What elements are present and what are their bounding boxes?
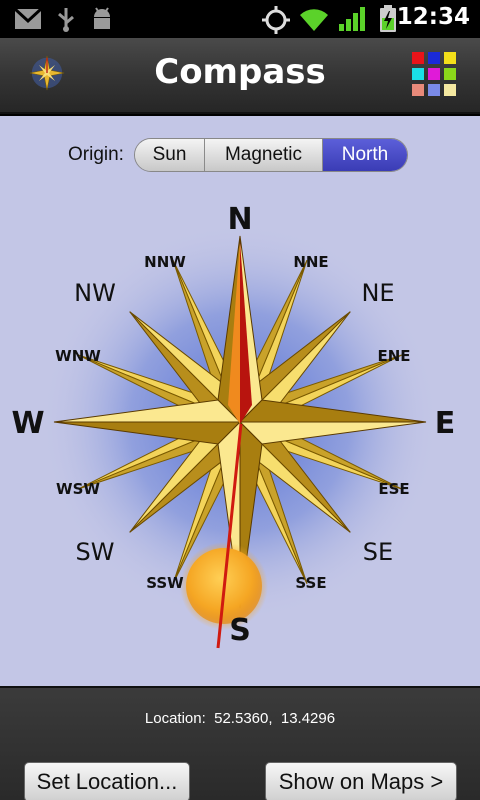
label-wsw: WSW (56, 480, 100, 498)
origin-option-sun[interactable]: Sun (135, 139, 205, 171)
label-ene: ENE (377, 347, 410, 365)
wifi-icon (300, 9, 328, 32)
origin-option-north[interactable]: North (323, 139, 407, 171)
set-location-button[interactable]: Set Location... (24, 762, 190, 800)
label-sw: SW (76, 538, 115, 566)
label-ssw: SSW (146, 574, 184, 592)
label-nw: NW (74, 279, 116, 307)
gps-icon (262, 6, 290, 34)
label-n: N (227, 202, 252, 237)
label-wnw: WNW (55, 347, 101, 365)
page-title: Compass (154, 52, 326, 92)
origin-label: Origin: (68, 144, 124, 165)
gmail-icon (14, 8, 42, 29)
origin-segmented-control: Sun Magnetic North (134, 138, 408, 172)
label-ne: NE (361, 279, 394, 307)
label-nnw: NNW (144, 253, 186, 271)
location-readout: Location: 52.5360, 13.4296 (0, 710, 480, 727)
title-bar: Compass (0, 38, 480, 114)
android-debug-icon (94, 7, 110, 29)
location-label: Location: (144, 710, 206, 727)
label-sse: SSE (295, 574, 326, 592)
compass-rose: N S W E NW NE SW SE NNW NNE WNW ENE WSW … (11, 202, 456, 649)
label-ese: ESE (378, 480, 409, 498)
label-e: E (435, 406, 456, 441)
status-bar: 12:34 (0, 0, 480, 38)
latitude-value: 52.5360, (214, 710, 273, 727)
label-se: SE (363, 538, 393, 566)
label-nne: NNE (293, 253, 328, 271)
footer: Location: 52.5360, 13.4296 Set Location.… (0, 686, 480, 800)
compass-panel: N S W E NW NE SW SE NNW NNE WNW ENE WSW … (0, 116, 480, 686)
label-s: S (229, 613, 251, 648)
label-w: W (11, 406, 44, 441)
origin-option-magnetic[interactable]: Magnetic (205, 139, 323, 171)
color-grid-icon[interactable] (412, 52, 458, 98)
clock: 12:34 (396, 4, 470, 30)
signal-icon (339, 7, 365, 31)
longitude-value: 13.4296 (280, 710, 336, 727)
battery-charging-icon (380, 5, 396, 32)
usb-icon (58, 8, 74, 32)
show-on-maps-button[interactable]: Show on Maps > (265, 762, 457, 800)
